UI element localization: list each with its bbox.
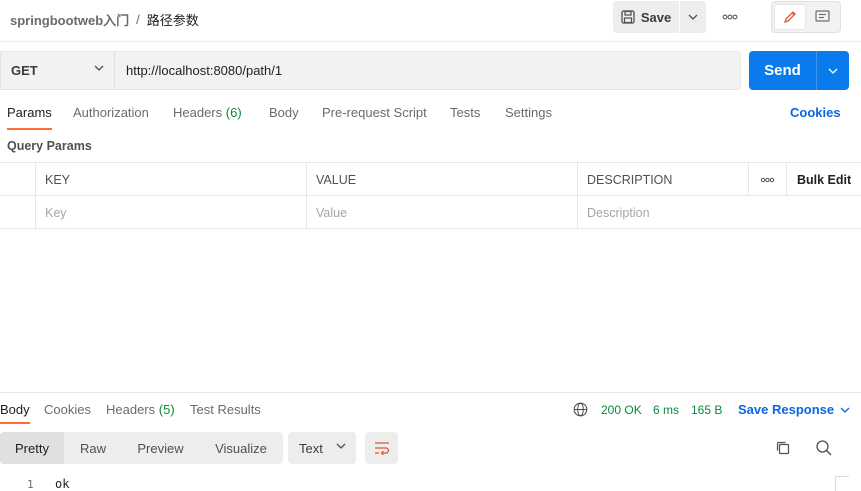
pencil-icon [783, 11, 796, 24]
save-label: Save [640, 9, 672, 25]
response-status[interactable]: 200 OK [601, 403, 642, 417]
scrollbar[interactable] [835, 476, 849, 491]
send-button[interactable]: Send [749, 51, 817, 90]
column-options-button[interactable] [748, 163, 786, 196]
breadcrumb-request-name[interactable]: 路径参数 [147, 10, 199, 29]
response-bar: Body Cookies Headers (5) Test Results 20… [0, 392, 861, 425]
response-size[interactable]: 165 B [691, 403, 722, 417]
headers-count: (6) [225, 105, 242, 120]
tab-authorization[interactable]: Authorization [73, 105, 149, 129]
send-options-button[interactable] [817, 51, 849, 90]
key-input[interactable]: Key [35, 196, 306, 229]
format-preview[interactable]: Preview [122, 432, 199, 464]
request-tabs: Params Authorization Headers (6) Body Pr… [0, 105, 861, 130]
breadcrumb: springbootweb入门 / 路径参数 [10, 10, 199, 29]
save-button-group: Save [613, 1, 706, 33]
view-mode-toggle [771, 1, 841, 33]
line-number: 1 [27, 478, 34, 491]
table-row: Key Value Description [0, 196, 861, 229]
breadcrumb-collection[interactable]: springbootweb入门 [10, 10, 129, 29]
comment-icon [814, 10, 830, 22]
url-input[interactable]: http://localhost:8080/path/1 [114, 51, 741, 90]
url-value: http://localhost:8080/path/1 [126, 63, 283, 78]
tab-headers[interactable]: Headers (6) [173, 105, 242, 129]
save-button[interactable]: Save [613, 1, 680, 33]
format-visualize[interactable]: Visualize [199, 432, 283, 464]
globe-icon[interactable] [573, 402, 588, 417]
search-icon[interactable] [815, 439, 833, 457]
more-actions-button[interactable] [718, 8, 742, 26]
copy-icon[interactable] [775, 440, 791, 456]
response-headers-count: (5) [158, 402, 175, 417]
save-icon [621, 10, 635, 24]
chevron-down-icon [828, 68, 838, 74]
query-params-title: Query Params [7, 139, 92, 153]
column-header-value: VALUE [306, 163, 577, 196]
tab-tests[interactable]: Tests [450, 105, 480, 129]
send-button-group: Send [749, 51, 849, 90]
query-params-table: KEY VALUE DESCRIPTION Bulk Edit Key Valu… [0, 162, 861, 229]
wrap-text-icon [374, 442, 389, 455]
wrap-lines-button[interactable] [365, 432, 398, 464]
cookies-link[interactable]: Cookies [790, 105, 841, 120]
response-tab-test-results[interactable]: Test Results [190, 402, 261, 424]
response-code-line: 1 ok [0, 476, 861, 491]
more-horizontal-icon [760, 177, 775, 182]
edit-mode-button[interactable] [774, 4, 806, 30]
tab-body[interactable]: Body [269, 105, 299, 129]
response-tab-headers[interactable]: Headers (5) [106, 402, 175, 424]
format-raw[interactable]: Raw [64, 432, 122, 464]
format-pretty[interactable]: Pretty [0, 432, 64, 464]
chevron-down-icon [688, 14, 698, 20]
tab-pre-request-script[interactable]: Pre-request Script [322, 105, 427, 129]
language-value: Text [299, 440, 323, 456]
code-text: ok [55, 477, 70, 491]
method-select[interactable]: GET [0, 51, 114, 90]
save-response-button[interactable]: Save Response [738, 402, 850, 417]
value-input[interactable]: Value [306, 196, 577, 229]
column-header-description: DESCRIPTION [577, 163, 748, 196]
response-time[interactable]: 6 ms [653, 403, 679, 417]
bulk-edit-button[interactable]: Bulk Edit [786, 163, 861, 196]
description-input[interactable]: Description [577, 196, 861, 229]
tab-params[interactable]: Params [7, 105, 52, 130]
column-header-key: KEY [35, 163, 306, 196]
method-value: GET [11, 63, 38, 78]
tab-settings[interactable]: Settings [505, 105, 552, 129]
breadcrumb-separator: / [136, 12, 140, 27]
response-tab-body[interactable]: Body [0, 402, 30, 424]
more-horizontal-icon [722, 14, 738, 20]
chevron-down-icon [336, 443, 346, 449]
header-bar: springbootweb入门 / 路径参数 Save [0, 0, 861, 42]
language-select[interactable]: Text [288, 432, 356, 464]
documentation-mode-button[interactable] [806, 4, 838, 30]
table-header-row: KEY VALUE DESCRIPTION Bulk Edit [0, 163, 861, 196]
chevron-down-icon [840, 407, 850, 413]
response-format-tabs: Pretty Raw Preview Visualize [0, 432, 283, 464]
chevron-down-icon [94, 65, 104, 71]
response-tab-cookies[interactable]: Cookies [44, 402, 91, 424]
save-options-button[interactable] [680, 1, 706, 33]
